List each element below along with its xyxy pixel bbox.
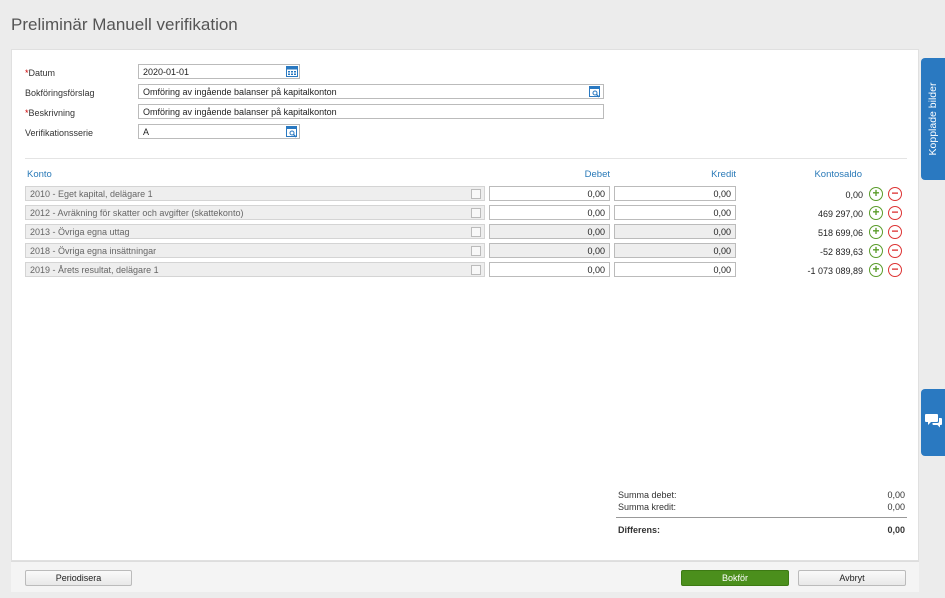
debet-input[interactable]: 0,00 (489, 262, 610, 277)
lookup-icon[interactable] (471, 189, 481, 199)
datum-label: *Datum (25, 68, 55, 78)
konto-input[interactable]: 2013 - Övriga egna uttag (25, 224, 485, 239)
divider (25, 158, 907, 159)
summa-debet-value: 0,00 (887, 490, 905, 500)
avbryt-button[interactable]: Avbryt (798, 570, 906, 586)
add-row-icon[interactable]: + (869, 206, 883, 220)
beskrivning-input[interactable]: Omföring av ingående balanser på kapital… (138, 104, 604, 119)
debet-input[interactable]: 0,00 (489, 205, 610, 220)
konto-value: 2019 - Årets resultat, delägare 1 (30, 265, 159, 275)
beskrivning-value: Omföring av ingående balanser på kapital… (143, 107, 337, 117)
datum-label-text: Datum (28, 68, 56, 78)
konto-value: 2010 - Eget kapital, delägare 1 (30, 189, 153, 199)
calendar-icon[interactable] (286, 65, 298, 77)
add-row-icon[interactable]: + (869, 244, 883, 258)
kopplade-bilder-label: Kopplade bilder (927, 82, 939, 156)
footer-bar: Periodisera Bokför Avbryt (11, 561, 919, 592)
kredit-input[interactable]: 0,00 (614, 262, 736, 277)
remove-row-icon[interactable]: − (888, 225, 902, 239)
kontosaldo-value: 0,00 (845, 190, 863, 200)
remove-row-icon[interactable]: − (888, 187, 902, 201)
verification-panel: *Datum 2020-01-01 Bokföringsförslag Omfö… (11, 49, 919, 561)
kopplade-bilder-tab[interactable]: Kopplade bilder (921, 58, 945, 180)
bokforingsforslag-input[interactable]: Omföring av ingående balanser på kapital… (138, 84, 604, 99)
bokforingsforslag-label: Bokföringsförslag (25, 88, 95, 98)
kontosaldo-header: Kontosaldo (814, 169, 862, 180)
summa-debet-label: Summa debet: (618, 490, 677, 500)
kredit-input[interactable]: 0,00 (614, 205, 736, 220)
datum-value: 2020-01-01 (143, 67, 190, 77)
konto-input[interactable]: 2012 - Avräkning för skatter och avgifte… (25, 205, 485, 220)
datum-input[interactable]: 2020-01-01 (138, 64, 300, 79)
debet-input[interactable]: 0,00 (489, 243, 610, 258)
add-row-icon[interactable]: + (869, 263, 883, 277)
lookup-icon[interactable] (471, 265, 481, 275)
konto-input[interactable]: 2018 - Övriga egna insättningar (25, 243, 485, 258)
page-title: Preliminär Manuell verifikation (11, 15, 238, 34)
debet-input[interactable]: 0,00 (489, 224, 610, 239)
kontosaldo-value: 518 699,06 (817, 228, 863, 238)
add-row-icon[interactable]: + (869, 225, 883, 239)
serie-value: A (143, 127, 150, 137)
lookup-icon[interactable] (589, 86, 601, 98)
differens-value: 0,00 (887, 525, 905, 535)
chat-icon (925, 414, 942, 428)
konto-header: Konto (27, 169, 52, 180)
lookup-icon[interactable] (471, 246, 481, 256)
remove-row-icon[interactable]: − (888, 263, 902, 277)
bokforingsforslag-value: Omföring av ingående balanser på kapital… (143, 87, 337, 97)
remove-row-icon[interactable]: − (888, 206, 902, 220)
lookup-icon[interactable] (286, 126, 298, 138)
konto-input[interactable]: 2010 - Eget kapital, delägare 1 (25, 186, 485, 201)
debet-input[interactable]: 0,00 (489, 186, 610, 201)
summa-kredit-label: Summa kredit: (618, 502, 677, 512)
remove-row-icon[interactable]: − (888, 244, 902, 258)
kontosaldo-value: -52 839,63 (819, 247, 863, 257)
serie-label: Verifikationsserie (25, 128, 94, 138)
summa-kredit-value: 0,00 (887, 502, 905, 512)
kredit-input[interactable]: 0,00 (614, 243, 736, 258)
lookup-icon[interactable] (471, 208, 481, 218)
konto-value: 2012 - Avräkning för skatter och avgifte… (30, 208, 244, 218)
beskrivning-label: *Beskrivning (25, 108, 75, 118)
bokfor-button[interactable]: Bokför (681, 570, 789, 586)
lookup-icon[interactable] (471, 227, 481, 237)
add-row-icon[interactable]: + (869, 187, 883, 201)
serie-input[interactable]: A (138, 124, 300, 139)
differens-label: Differens: (618, 525, 661, 535)
beskrivning-label-text: Beskrivning (28, 108, 76, 118)
chat-tab[interactable] (921, 389, 945, 456)
kredit-input[interactable]: 0,00 (614, 186, 736, 201)
summary-divider (616, 517, 907, 518)
konto-value: 2013 - Övriga egna uttag (30, 227, 130, 237)
kontosaldo-value: 469 297,00 (817, 209, 863, 219)
konto-value: 2018 - Övriga egna insättningar (30, 246, 157, 256)
periodisera-button[interactable]: Periodisera (25, 570, 132, 586)
kredit-header: Kredit (711, 169, 736, 180)
kredit-input[interactable]: 0,00 (614, 224, 736, 239)
kontosaldo-value: -1 073 089,89 (807, 266, 863, 276)
debet-header: Debet (584, 169, 610, 180)
konto-input[interactable]: 2019 - Årets resultat, delägare 1 (25, 262, 485, 277)
